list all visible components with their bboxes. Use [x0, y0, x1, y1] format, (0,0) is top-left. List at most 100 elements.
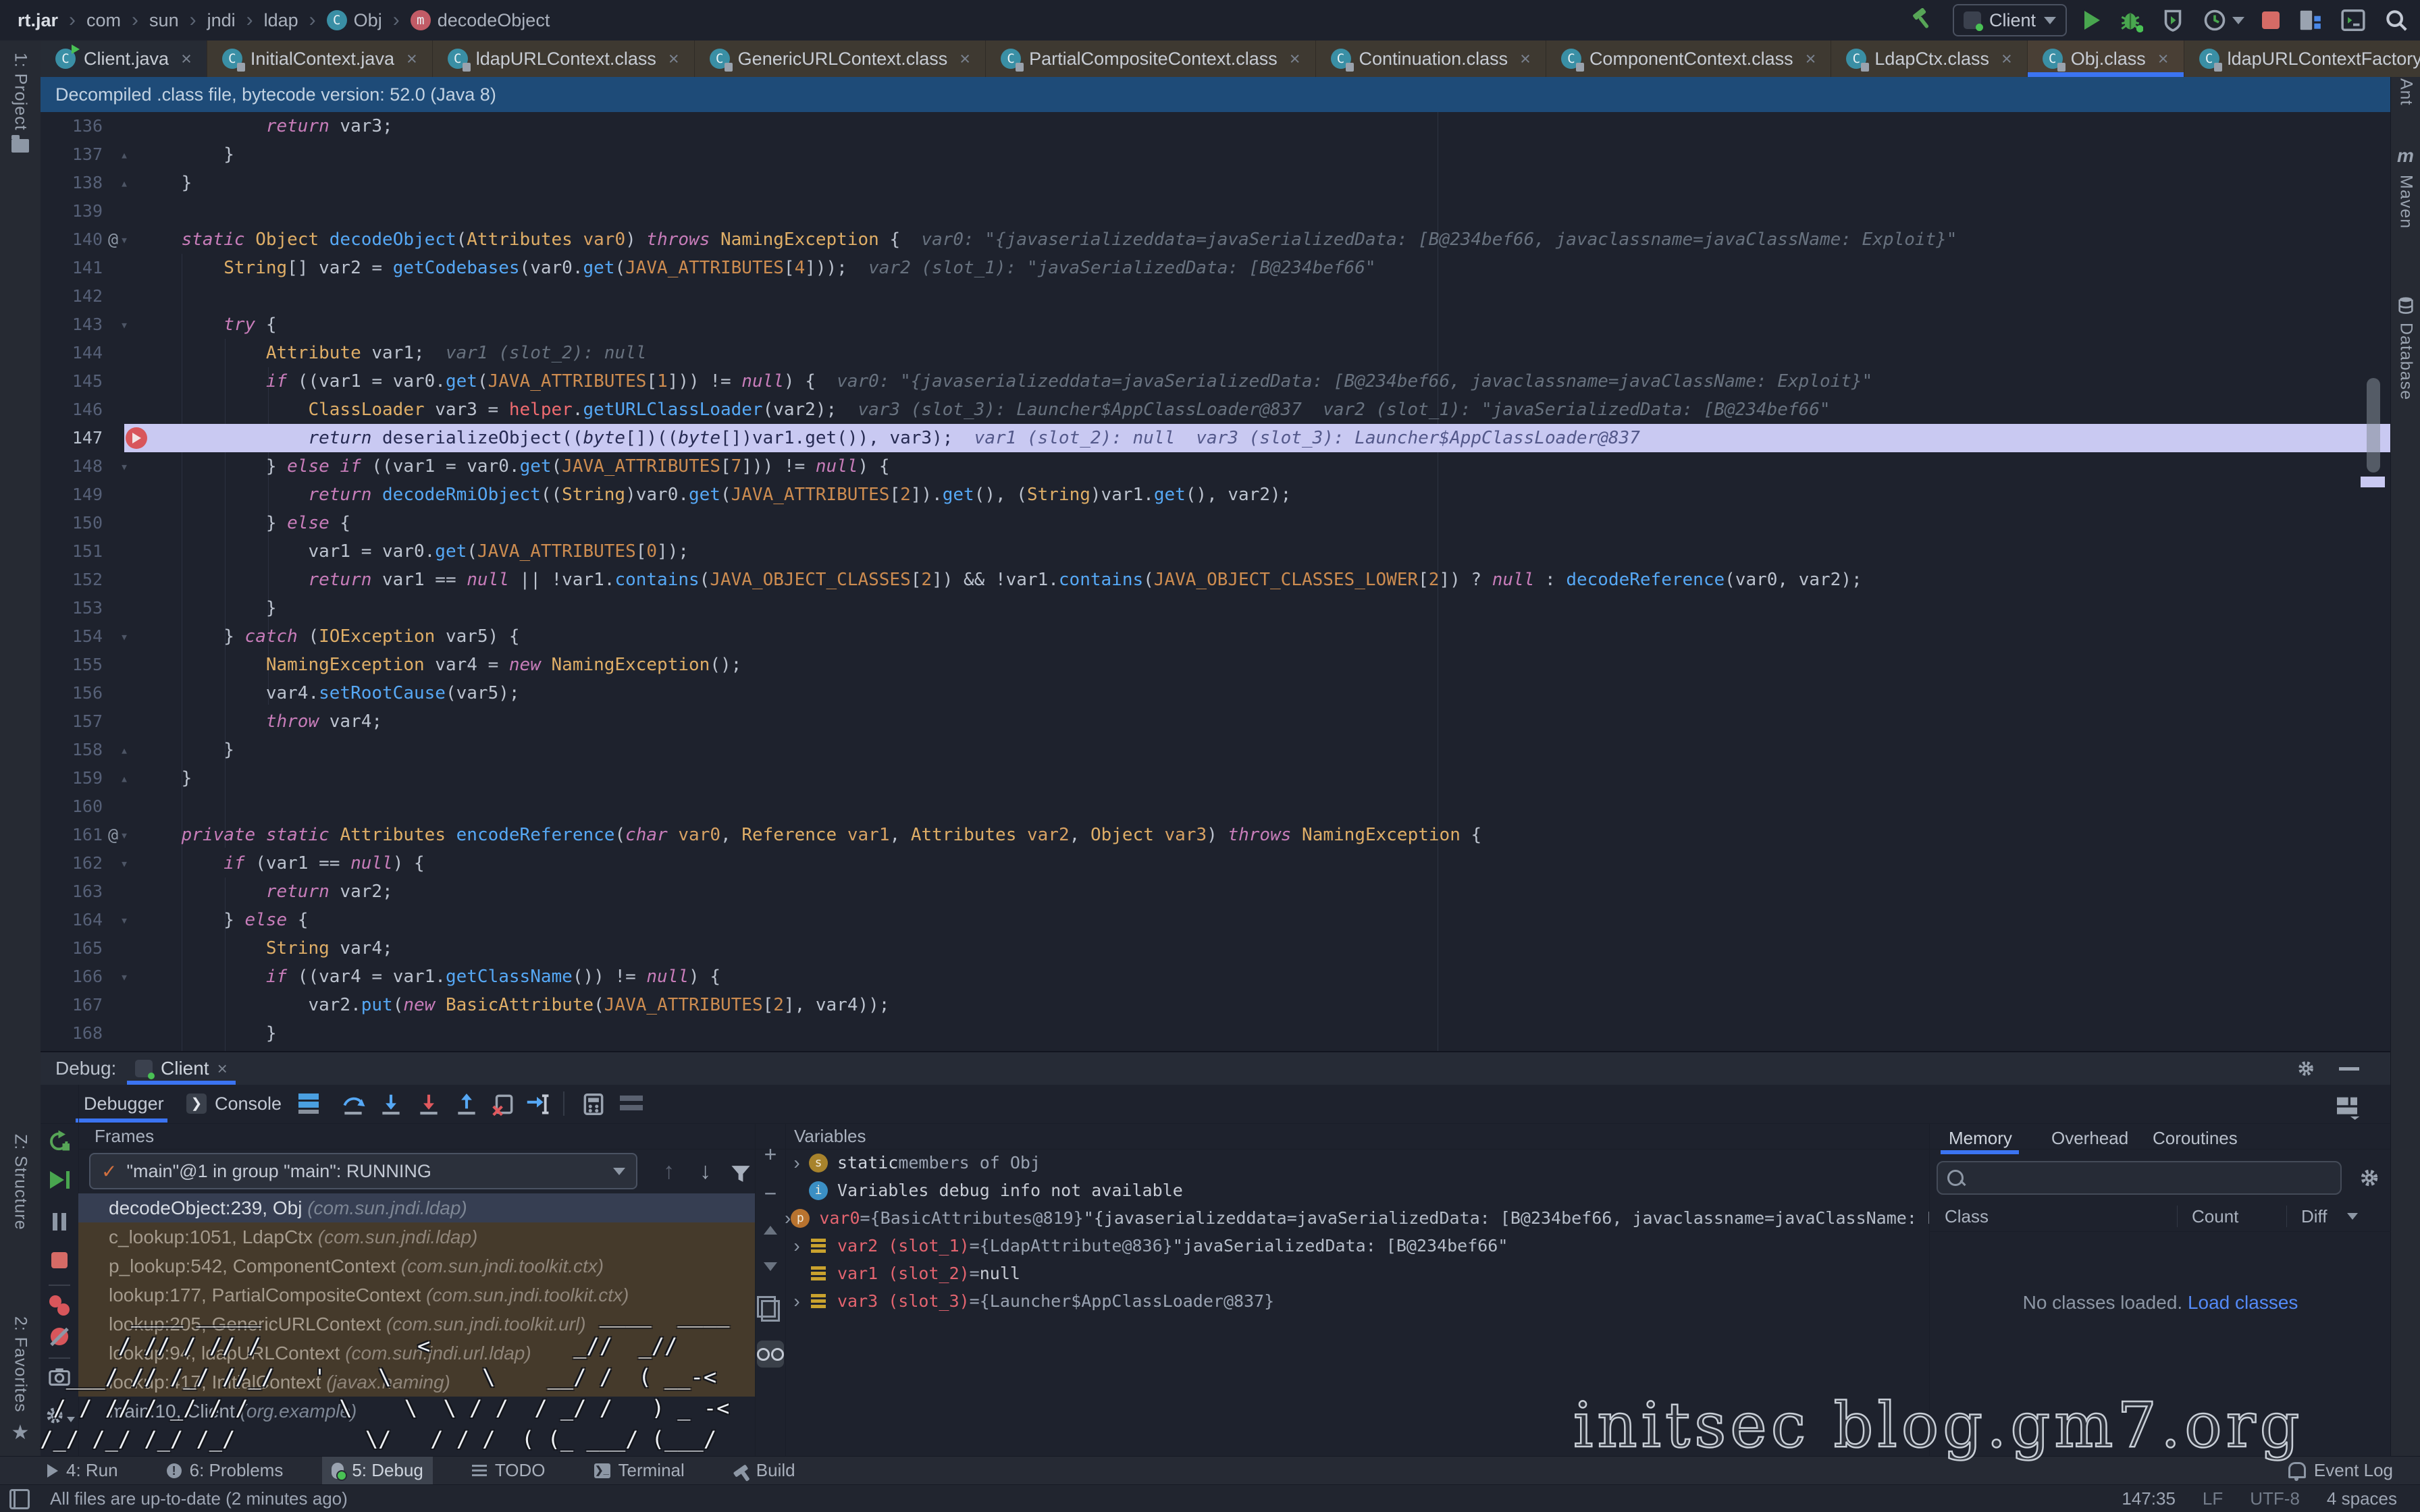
hide-panel-icon[interactable] [2339, 1067, 2359, 1071]
breadcrumb-item[interactable]: rt.jar [18, 10, 58, 31]
frame-row[interactable]: decodeObject:239, Obj (com.sun.jndi.ldap… [78, 1193, 755, 1222]
run-to-cursor-icon[interactable] [524, 1091, 550, 1117]
tab-overhead[interactable]: Overhead [2051, 1123, 2128, 1153]
code-line[interactable]: 139 [41, 197, 2390, 225]
encoding-indicator[interactable]: UTF-8 [2250, 1488, 2300, 1509]
code-line[interactable]: 165 String var4; [41, 934, 2390, 963]
editor-tab[interactable]: CComponentContext.class× [1546, 40, 1831, 77]
code-line[interactable]: 155 NamingException var4 = new NamingExc… [41, 651, 2390, 679]
thread-selector[interactable]: ✓ "main"@1 in group "main": RUNNING [89, 1153, 637, 1189]
frame-down-icon[interactable]: ↓ [700, 1158, 711, 1185]
sidebar-item-maven[interactable]: m Maven [2391, 145, 2420, 229]
code-editor[interactable]: 136 return var3;137▴ }138▴ }139140@▾ sta… [41, 112, 2390, 1051]
move-up-icon[interactable] [756, 1226, 785, 1235]
sort-icon[interactable] [2347, 1213, 2358, 1220]
breakpoint-icon[interactable] [126, 427, 147, 449]
editor-tab[interactable]: CObj.class× [2028, 40, 2184, 77]
resume-icon[interactable] [41, 1171, 78, 1189]
breadcrumb-item[interactable]: com [86, 10, 121, 31]
variable-row[interactable]: ›sstatic members of Obj [785, 1149, 1929, 1177]
expand-chevron-icon[interactable]: › [785, 1204, 791, 1232]
variable-row[interactable]: ›pvar0 = {BasicAttributes@819} "{javaser… [785, 1204, 1929, 1232]
line-ending-indicator[interactable]: LF [2203, 1488, 2223, 1509]
editor-tab[interactable]: CLdapCtx.class× [1831, 40, 2027, 77]
column-diff[interactable]: Diff [2301, 1202, 2327, 1231]
close-icon[interactable]: × [2158, 49, 2169, 70]
filter-funnel-icon[interactable] [729, 1162, 752, 1185]
code-line[interactable]: 163 return var2; [41, 878, 2390, 906]
copy-icon[interactable] [756, 1300, 785, 1322]
code-line[interactable]: 158▴ } [41, 736, 2390, 764]
editor-tab[interactable]: CContinuation.class× [1316, 40, 1546, 77]
step-over-icon[interactable] [340, 1091, 366, 1117]
fold-marker[interactable]: ▾ [120, 906, 128, 934]
tab-console[interactable]: Console [215, 1085, 282, 1123]
breadcrumb-item[interactable]: sun [149, 10, 179, 31]
pause-icon[interactable] [41, 1213, 78, 1231]
variable-row[interactable]: iVariables debug info not available [785, 1177, 1929, 1204]
terminal-window-icon[interactable] [2340, 7, 2366, 33]
breadcrumb-item[interactable]: jndi [207, 10, 236, 31]
code-line[interactable]: 152 return var1 == null || !var1.contain… [41, 566, 2390, 594]
breadcrumb-item[interactable]: CObj [327, 10, 382, 31]
stop-button[interactable] [2262, 11, 2280, 29]
event-log-button[interactable]: Event Log [2288, 1456, 2393, 1484]
run-button[interactable] [2084, 11, 2100, 30]
debug-bug-button[interactable] [2118, 7, 2143, 33]
close-icon[interactable]: × [1290, 49, 1300, 70]
fold-marker[interactable]: ▾ [120, 963, 128, 991]
show-execution-point-icon[interactable] [298, 1094, 319, 1114]
move-down-icon[interactable] [756, 1262, 785, 1271]
code-line[interactable]: 144 Attribute var1; var1 (slot_2): null [41, 339, 2390, 367]
build-hammer-icon[interactable] [1911, 8, 1935, 32]
column-count[interactable]: Count [2192, 1202, 2238, 1231]
fold-marker[interactable]: ▾ [120, 849, 128, 878]
expand-chevron-icon[interactable]: › [785, 1287, 809, 1315]
run-configuration-select[interactable]: Client [1953, 4, 2067, 36]
code-line[interactable]: 151 var1 = var0.get(JAVA_ATTRIBUTES[0]); [41, 537, 2390, 566]
editor-tab[interactable]: CGenericURLContext.class× [695, 40, 986, 77]
tool-windows-icon[interactable] [2297, 7, 2323, 33]
editor-tab[interactable]: CInitialContext.java× [207, 40, 433, 77]
code-line[interactable]: 148▾ } else if ((var1 = var0.get(JAVA_AT… [41, 452, 2390, 481]
indent-indicator[interactable]: 4 spaces [2327, 1488, 2397, 1509]
settings-gear-icon[interactable] [2296, 1058, 2316, 1079]
code-line[interactable]: 167 var2.put(new BasicAttribute(JAVA_ATT… [41, 991, 2390, 1019]
code-line[interactable]: 142 [41, 282, 2390, 310]
fold-marker[interactable]: ▴ [120, 736, 128, 764]
drop-frame-icon[interactable] [490, 1091, 516, 1117]
force-step-into-icon[interactable] [416, 1091, 442, 1117]
close-icon[interactable]: × [1520, 49, 1531, 70]
breadcrumb-item[interactable]: ldap [264, 10, 298, 31]
code-line[interactable]: 138▴ } [41, 169, 2390, 197]
code-line[interactable]: 137▴ } [41, 140, 2390, 169]
load-classes-link[interactable]: Load classes [2188, 1292, 2298, 1313]
profiler-button[interactable] [2203, 8, 2244, 32]
add-watch-icon[interactable]: + [756, 1142, 785, 1167]
code-line[interactable]: 161@▾ private static Attributes encodeRe… [41, 821, 2390, 849]
sidebar-item-database[interactable]: Database [2391, 296, 2420, 400]
toolwindow-button-build[interactable]: Build [724, 1457, 805, 1485]
close-icon[interactable]: × [406, 49, 417, 70]
code-line[interactable]: 162▾ if (var1 == null) { [41, 849, 2390, 878]
coverage-button[interactable] [2161, 8, 2185, 32]
code-line[interactable]: 164▾ } else { [41, 906, 2390, 934]
frame-row[interactable]: c_lookup:1051, LdapCtx (com.sun.jndi.lda… [78, 1222, 755, 1251]
fold-marker[interactable]: ▴ [120, 140, 128, 169]
stop-icon[interactable] [41, 1252, 78, 1268]
layout-settings-icon[interactable] [620, 1096, 643, 1112]
show-watches-icon[interactable] [756, 1341, 785, 1368]
code-line[interactable]: 150 } else { [41, 509, 2390, 537]
fold-marker[interactable]: ▾ [120, 452, 128, 481]
variable-row[interactable]: var1 (slot_2) = null [785, 1260, 1929, 1287]
variable-row[interactable]: ›var2 (slot_1) = {LdapAttribute@836} "ja… [785, 1232, 1929, 1260]
debug-session-tab[interactable]: Client × [135, 1052, 228, 1085]
code-line[interactable]: 145 if ((var1 = var0.get(JAVA_ATTRIBUTES… [41, 367, 2390, 396]
code-line[interactable]: 157 throw var4; [41, 707, 2390, 736]
variable-row[interactable]: ›var3 (slot_3) = {Launcher$AppClassLoade… [785, 1287, 1929, 1315]
close-icon[interactable]: × [181, 49, 192, 70]
toolwindow-button-problems[interactable]: !6: Problems [157, 1457, 293, 1485]
fold-marker[interactable]: ▴ [120, 764, 128, 792]
sidebar-item-project[interactable]: 1: Project [0, 53, 41, 153]
code-line[interactable]: 168 } [41, 1019, 2390, 1048]
